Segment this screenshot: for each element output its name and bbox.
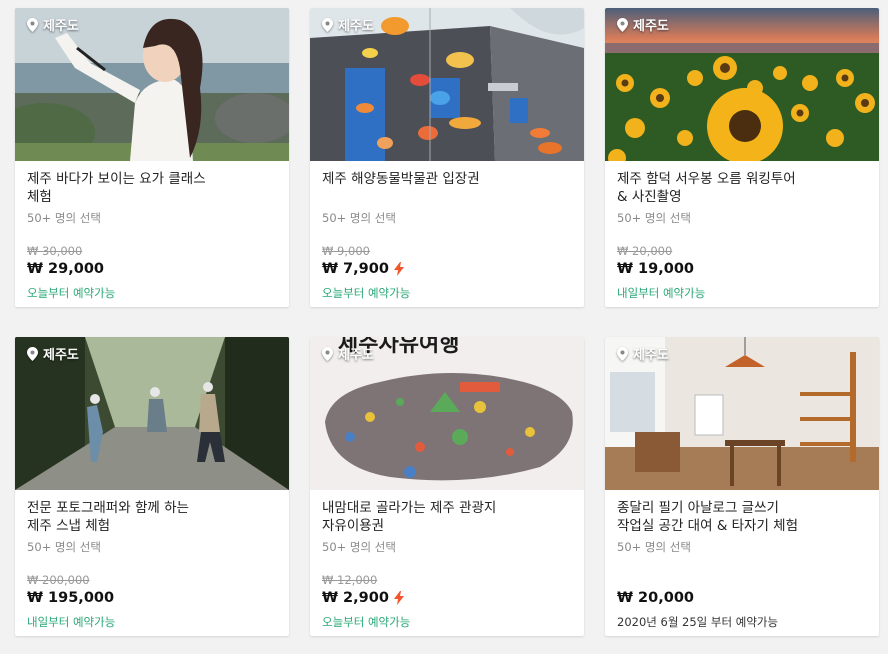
availability-text: 2020년 6월 25일 부터 예약가능	[617, 615, 779, 629]
location-label: 제주도	[43, 19, 79, 34]
location-tag: 제주도	[27, 15, 79, 34]
location-label: 제주도	[338, 348, 374, 363]
sale-price: ₩ 2,900	[322, 590, 389, 606]
product-card[interactable]: 제주도 제주 바다가 보이는 요가 클래스 체험 50+ 명의 선택 ₩ 30,…	[15, 8, 289, 307]
map-pin-icon	[322, 17, 333, 32]
lightning-bolt-icon	[393, 262, 404, 276]
sale-price-row: ₩ 195,000	[27, 590, 114, 606]
popularity-count: 50+ 명의 선택	[322, 211, 396, 225]
sale-price-row: ₩ 20,000	[617, 590, 694, 606]
popularity-count: 50+ 명의 선택	[617, 540, 691, 554]
popularity-count: 50+ 명의 선택	[322, 540, 396, 554]
sale-price: ₩ 20,000	[617, 590, 694, 606]
original-price: ₩ 200,000	[27, 573, 90, 587]
sale-price: ₩ 19,000	[617, 261, 694, 277]
popularity-count: 50+ 명의 선택	[27, 540, 101, 554]
product-card[interactable]: 제주도 종달리 필기 아날로그 글쓰기 작업실 공간 대여 & 타자기 체험 5…	[605, 337, 879, 636]
product-title[interactable]: 제주 바다가 보이는 요가 클래스 체험	[27, 170, 277, 206]
availability-text: 내일부터 예약가능	[617, 286, 706, 300]
product-card[interactable]: 제주자유여행 제주도 내맘대로 골라가는 제주 관광지 자유이용권 50+ 명의…	[310, 337, 584, 636]
availability-text: 오늘부터 예약가능	[27, 286, 116, 300]
location-label: 제주도	[633, 19, 669, 34]
sale-price-row: ₩ 2,900	[322, 590, 404, 606]
product-title[interactable]: 전문 포토그래퍼와 함께 하는 제주 스냅 체험	[27, 499, 277, 535]
product-title[interactable]: 내맘대로 골라가는 제주 관광지 자유이용권	[322, 499, 572, 535]
sale-price-row: ₩ 29,000	[27, 261, 104, 277]
location-tag: 제주도	[322, 15, 374, 34]
availability-text: 오늘부터 예약가능	[322, 615, 411, 629]
product-title[interactable]: 종달리 필기 아날로그 글쓰기 작업실 공간 대여 & 타자기 체험	[617, 499, 867, 535]
location-tag: 제주도	[617, 344, 669, 363]
sale-price: ₩ 29,000	[27, 261, 104, 277]
product-image[interactable]: 제주자유여행 제주도	[310, 337, 584, 490]
original-price: ₩ 12,000	[322, 573, 378, 587]
original-price: ₩ 20,000	[617, 244, 673, 258]
product-image[interactable]: 제주도	[310, 8, 584, 161]
sale-price-row: ₩ 19,000	[617, 261, 694, 277]
product-title[interactable]: 제주 해양동물박물관 입장권	[322, 170, 572, 206]
product-image[interactable]: 제주도	[15, 337, 289, 490]
map-pin-icon	[617, 346, 628, 361]
product-title[interactable]: 제주 함덕 서우봉 오름 워킹투어 & 사진촬영	[617, 170, 867, 206]
product-image[interactable]: 제주도	[605, 337, 879, 490]
sale-price: ₩ 7,900	[322, 261, 389, 277]
product-card[interactable]: 제주도 제주 해양동물박물관 입장권 50+ 명의 선택 ₩ 9,000 ₩ 7…	[310, 8, 584, 307]
popularity-count: 50+ 명의 선택	[617, 211, 691, 225]
map-pin-icon	[27, 346, 38, 361]
location-label: 제주도	[633, 348, 669, 363]
map-pin-icon	[27, 17, 38, 32]
product-image[interactable]: 제주도	[15, 8, 289, 161]
product-card[interactable]: 제주도 전문 포토그래퍼와 함께 하는 제주 스냅 체험 50+ 명의 선택 ₩…	[15, 337, 289, 636]
location-label: 제주도	[338, 19, 374, 34]
sale-price-row: ₩ 7,900	[322, 261, 404, 277]
map-pin-icon	[322, 346, 333, 361]
product-card[interactable]: 제주도 제주 함덕 서우봉 오름 워킹투어 & 사진촬영 50+ 명의 선택 ₩…	[605, 8, 879, 307]
location-label: 제주도	[43, 348, 79, 363]
sale-price: ₩ 195,000	[27, 590, 115, 606]
location-tag: 제주도	[617, 15, 669, 34]
location-tag: 제주도	[27, 344, 79, 363]
product-grid: 제주도 제주 바다가 보이는 요가 클래스 체험 50+ 명의 선택 ₩ 30,…	[15, 8, 879, 636]
availability-text: 오늘부터 예약가능	[322, 286, 411, 300]
availability-text: 내일부터 예약가능	[27, 615, 116, 629]
original-price: ₩ 30,000	[27, 244, 83, 258]
lightning-bolt-icon	[393, 591, 404, 605]
product-image[interactable]: 제주도	[605, 8, 879, 161]
map-pin-icon	[617, 17, 628, 32]
popularity-count: 50+ 명의 선택	[27, 211, 101, 225]
location-tag: 제주도	[322, 344, 374, 363]
original-price: ₩ 9,000	[322, 244, 370, 258]
